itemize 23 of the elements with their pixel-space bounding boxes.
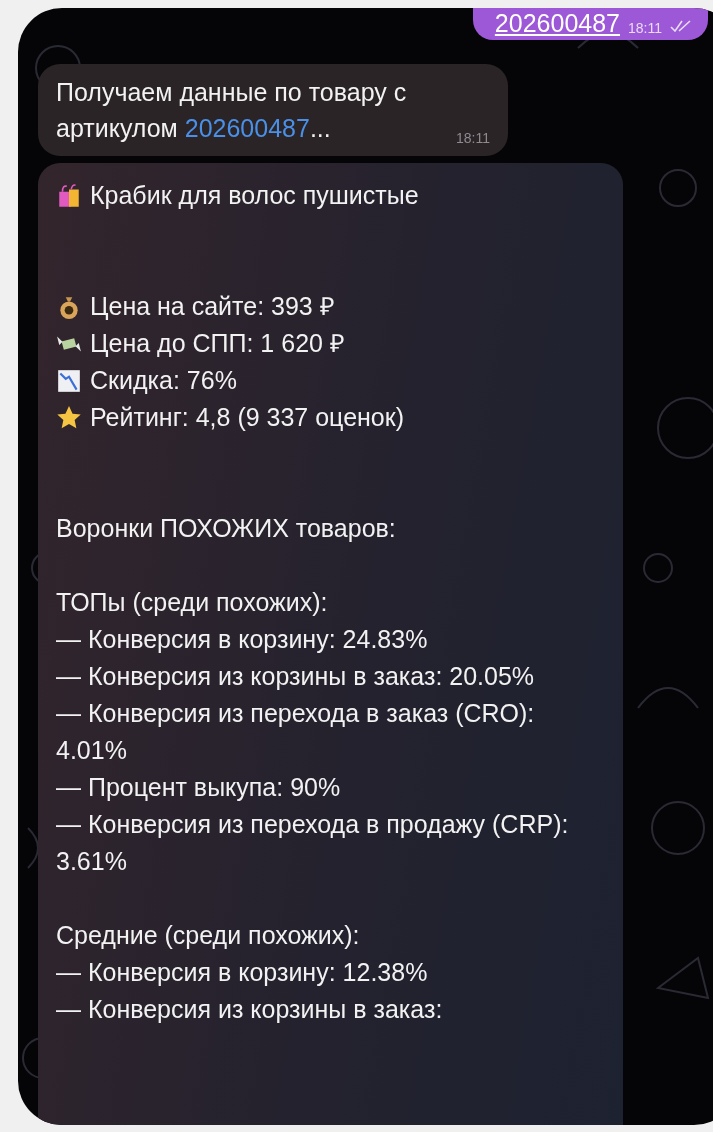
article-link[interactable]: 202600487 (494, 10, 620, 36)
chart-down-icon (56, 367, 82, 394)
stat-text: Скидка: 76% (90, 365, 237, 396)
message-time: 18:11 (628, 20, 662, 36)
metric-text: — Процент выкупа: 90% (56, 772, 341, 803)
group-title: Средние (среди похожих): (56, 920, 360, 951)
message-text: Получаем данные по товару с артикулом 202600487... (56, 77, 408, 144)
product-title: Крабик для волос пушистые (90, 180, 419, 211)
star-icon (56, 404, 82, 431)
metric-text: — Конверсия из корзины в заказ: (56, 994, 443, 1025)
metric-text: — Конверсия в корзину: 24.83% (56, 624, 428, 655)
message-time: 18:11 (456, 130, 490, 146)
metric-text: — Конверсия в корзину: 12.38% (56, 957, 428, 988)
section-heading: Воронки ПОХОЖИХ товаров: (56, 513, 396, 544)
stat-text: Цена до СПП: 1 620 ₽ (90, 328, 345, 359)
metric-text: — Конверсия из перехода в продажу (CRP): 3.61% (56, 809, 570, 877)
group-title: ТОПы (среди похожих): (56, 587, 328, 618)
article-link[interactable]: 202600487 (184, 114, 310, 142)
shopping-bags-icon (56, 182, 82, 209)
metric-text: — Конверсия из корзины в заказ: 20.05% (56, 661, 535, 692)
stat-text: Цена на сайте: 393 ₽ (90, 291, 335, 322)
stat-text: Рейтинг: 4,8 (9 337 оценок) (90, 402, 405, 433)
metric-text: — Конверсия из перехода в заказ (CRO): 4.01% (56, 698, 536, 766)
